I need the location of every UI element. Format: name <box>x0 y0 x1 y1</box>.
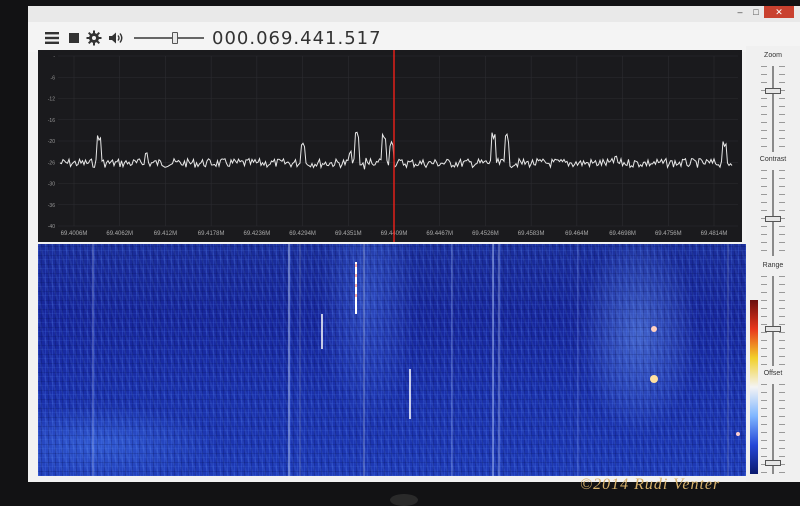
spectrum-y-tick-label: -30 <box>48 182 55 188</box>
offset-label: Offset <box>763 370 783 377</box>
spectrum-x-tick-label: 69.4698M <box>609 231 636 237</box>
sdr-window: – □ ✕ 000.069.441.517 - -6 -12 -16 -20 -… <box>28 6 800 482</box>
monitor-logo <box>390 494 418 506</box>
volume-slider[interactable] <box>134 32 204 44</box>
frequency-readout[interactable]: 000.069.441.517 <box>212 28 382 49</box>
zoom-slider[interactable] <box>761 66 785 152</box>
spectrum-trace <box>59 131 733 170</box>
range-label: Range <box>762 262 784 269</box>
zoom-slider-thumb[interactable] <box>765 88 781 95</box>
spectrum-y-tick-label: - <box>53 54 55 60</box>
spectrum-x-tick-label: 69.4351M <box>335 231 362 237</box>
volume-icon[interactable] <box>108 30 124 46</box>
menu-icon[interactable] <box>44 30 60 46</box>
range-track <box>772 276 774 366</box>
spectrum-x-tick-label: 69.4006M <box>61 231 88 237</box>
spectrum-y-tick-label: -36 <box>48 203 55 209</box>
zoom-track <box>772 66 774 152</box>
spectrum-svg: - -6 -12 -16 -20 -26 -30 -36 -40 69.4006M 69.4062… <box>48 50 738 242</box>
spectrum-x-tick-label: 69.4236M <box>244 231 271 237</box>
contrast-slider[interactable] <box>761 170 785 256</box>
display-controls-panel: Zoom Contrast Range Offset <box>746 46 800 482</box>
waterfall-signal-traces <box>92 244 740 476</box>
photo-watermark: ©2014 Rudi Venter <box>580 476 721 493</box>
spectrum-y-tick-label: -6 <box>51 75 56 81</box>
spectrum-y-tick-label: -40 <box>48 224 55 230</box>
spectrum-x-tick-label: 69.4467M <box>426 231 453 237</box>
offset-slider-thumb[interactable] <box>765 459 781 466</box>
volume-slider-thumb[interactable] <box>172 32 179 44</box>
maximize-button[interactable]: □ <box>748 6 764 18</box>
toolbar: 000.069.441.517 <box>28 22 800 52</box>
close-button[interactable]: ✕ <box>764 6 794 18</box>
spectrum-x-tick-label: 69.4756M <box>655 231 682 237</box>
spectrum-y-tick-label: -26 <box>48 160 55 166</box>
waterfall-color-scale <box>750 300 758 474</box>
spectrum-y-tick-label: -20 <box>48 139 55 145</box>
spectrum-y-ticks: - -6 -12 -16 -20 -26 -30 -36 -40 <box>48 54 56 230</box>
gear-icon[interactable] <box>86 30 102 46</box>
minimize-button[interactable]: – <box>732 6 748 18</box>
volume-track <box>134 37 204 39</box>
spectrum-x-tick-label: 69.412M <box>154 231 177 237</box>
offset-slider[interactable] <box>761 384 785 474</box>
title-bar: – □ ✕ <box>28 6 800 22</box>
stop-icon[interactable] <box>66 30 82 46</box>
spectrum-y-tick-label: -16 <box>48 118 55 124</box>
range-slider[interactable] <box>761 276 785 366</box>
contrast-slider-thumb[interactable] <box>765 216 781 223</box>
spectrum-x-tick-label: 69.4062M <box>106 231 133 237</box>
spectrum-x-tick-label: 69.4294M <box>289 231 316 237</box>
spectrum-grid <box>58 55 738 227</box>
spectrum-x-tick-label: 69.4526M <box>472 231 499 237</box>
waterfall-display[interactable] <box>38 244 752 476</box>
spectrum-x-tick-label: 69.4583M <box>518 231 545 237</box>
spectrum-x-tick-label: 69.4814M <box>701 231 728 237</box>
contrast-track <box>772 170 774 256</box>
spectrum-y-tick-label: -12 <box>48 97 55 103</box>
range-slider-thumb[interactable] <box>765 326 781 333</box>
contrast-label: Contrast <box>759 156 787 163</box>
zoom-label: Zoom <box>764 52 782 59</box>
spectrum-x-tick-label: 69.464M <box>565 231 588 237</box>
spectrum-x-tick-label: 69.4178M <box>198 231 225 237</box>
spectrum-plot[interactable]: - -6 -12 -16 -20 -26 -30 -36 -40 69.4006M 69.4062… <box>38 50 742 242</box>
